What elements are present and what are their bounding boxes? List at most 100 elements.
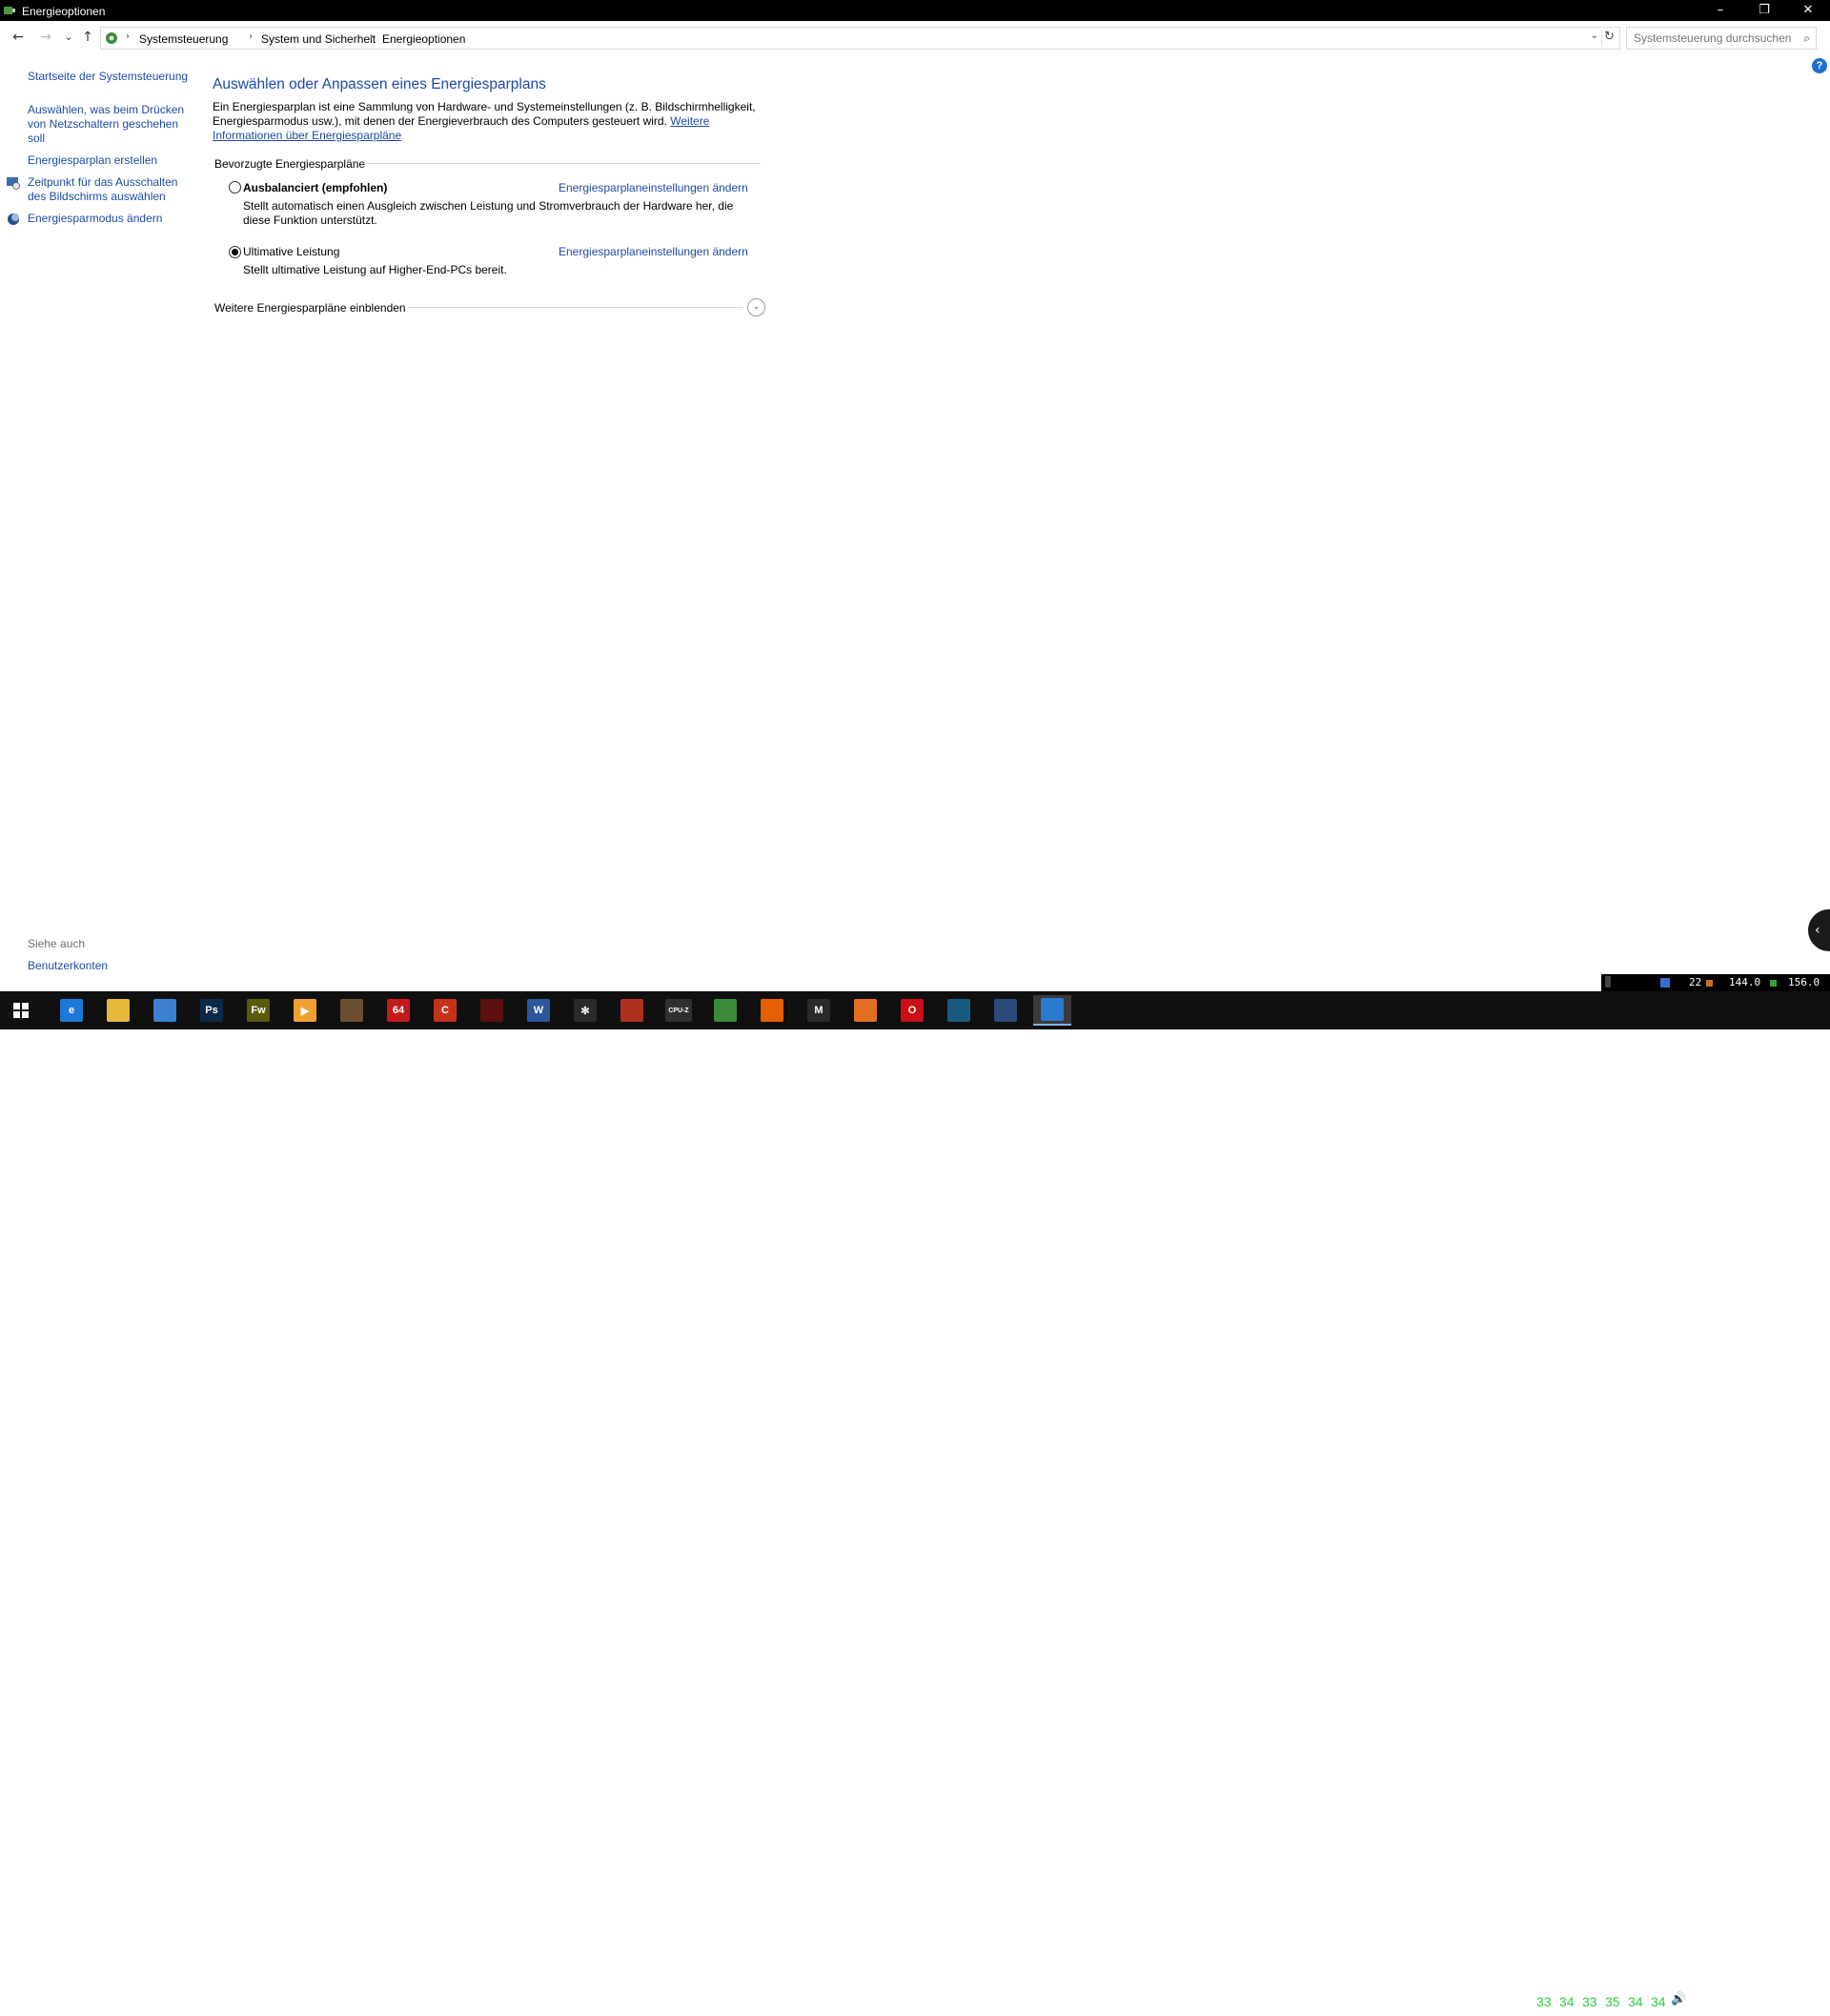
- search-box[interactable]: ⌕: [1626, 27, 1817, 50]
- close-button[interactable]: ✕: [1786, 0, 1830, 21]
- minimize-button[interactable]: –: [1698, 0, 1742, 21]
- ccleaner-icon: C: [434, 999, 457, 1022]
- plan-name-ausbalanciert[interactable]: Ausbalanciert (empfohlen): [243, 181, 387, 194]
- taskbar-app-cpu-z[interactable]: CPU-Z: [660, 995, 698, 1026]
- search-input[interactable]: [1634, 29, 1796, 48]
- help-icon[interactable]: ?: [1812, 58, 1827, 73]
- page-title: Auswählen oder Anpassen eines Energiespa…: [213, 76, 546, 92]
- tray-chevron-icon[interactable]: ^: [1514, 1992, 1523, 2006]
- taskbar-app-photoshop[interactable]: Ps: [193, 995, 231, 1026]
- show-more-plans-label[interactable]: Weitere Energiesparpläne einblenden: [214, 301, 406, 315]
- taskbar-app-ccleaner[interactable]: C: [426, 995, 464, 1026]
- taskbar-app-tool-app[interactable]: [333, 995, 371, 1026]
- plan-desc-ausbalanciert: Stellt automatisch einen Ausgleich zwisc…: [243, 199, 734, 227]
- firefox-icon: [761, 999, 783, 1022]
- snowflake-app-icon: ✻: [574, 999, 597, 1022]
- plan-settings-link-ultimative-leistung[interactable]: Energiesparplaneinstellungen ändern: [559, 245, 748, 258]
- tray-temperature: 33: [1582, 1994, 1597, 2009]
- gpu-app-icon: [714, 999, 737, 1022]
- breadcrumb-system-und-sicherheit[interactable]: System und Sicherheit: [261, 32, 376, 46]
- taskbar-app-gpu-app[interactable]: [706, 995, 744, 1026]
- section-title: Bevorzugte Energiesparpläne: [214, 157, 366, 171]
- sidebar-link-sleep[interactable]: Energiesparmodus ändern: [28, 212, 162, 226]
- breadcrumb-systemsteuerung[interactable]: Systemsteuerung: [139, 32, 228, 46]
- sidebar-link-display-off-line2: des Bildschirms auswählen: [28, 190, 166, 203]
- taskbar: e Ps Fw ▶ 64 C W ✻ CPU-Z M O ^ 33 34 33 35 34 34 🔊 🖧 20…: [0, 991, 1830, 2014]
- battery-app-icon: [620, 999, 643, 1022]
- expand-chevron-icon[interactable]: ⌄: [747, 298, 765, 316]
- sidebar-link-display-off[interactable]: Zeitpunkt für das Ausschalten des Bildsc…: [28, 175, 177, 204]
- taskbar-app-m-app[interactable]: M: [800, 995, 838, 1026]
- taskbar-app-bar-app[interactable]: [986, 995, 1025, 1026]
- network-icon[interactable]: 🖧: [1694, 1992, 1708, 2013]
- tray-temperature: 34: [1559, 1994, 1575, 2009]
- fireworks-icon: Fw: [247, 999, 270, 1022]
- clock[interactable]: 20:08 15.06.2019: [1716, 1987, 1773, 2016]
- taskbar-app-edge[interactable]: e: [52, 995, 91, 1026]
- taskbar-app-aida64[interactable]: 64: [379, 995, 417, 1026]
- edge-widget-button[interactable]: ‹: [1808, 909, 1830, 951]
- plan-name-ultimative-leistung[interactable]: Ultimative Leistung: [243, 245, 339, 258]
- forward-button[interactable]: →: [36, 28, 55, 47]
- taskbar-app-opera[interactable]: O: [893, 995, 931, 1026]
- sidebar-link-power-buttons-line3: soll: [28, 132, 46, 145]
- sidebar-link-home[interactable]: Startseite der Systemsteuerung: [28, 70, 188, 84]
- monitor-value-c: 156.0: [1788, 976, 1820, 988]
- taskbar-app-steam-app[interactable]: [940, 995, 978, 1026]
- sidebar-link-power-buttons-line1: Auswählen, was beim Drücken: [28, 103, 185, 116]
- up-button[interactable]: ↑: [78, 28, 97, 47]
- clock-date: 15.06.2019: [1718, 2003, 1771, 2014]
- monitor-disk-icon: [1660, 978, 1670, 988]
- radio-ausbalanciert[interactable]: [229, 181, 241, 193]
- plan-desc-ultimative-leistung: Stellt ultimative Leistung auf Higher-En…: [243, 263, 507, 276]
- notifications-icon[interactable]: 🗨: [1788, 1992, 1805, 2007]
- tool-app-icon: [340, 999, 363, 1022]
- address-bar[interactable]: › Systemsteuerung › System und Sicherhei…: [100, 27, 1620, 50]
- title-bar: Energieoptionen – ❐ ✕: [0, 0, 1830, 21]
- address-row: ← → ⌄ ↑ › Systemsteuerung › System und S…: [0, 24, 1830, 52]
- explorer-icon: [107, 999, 130, 1022]
- control-panel-icon: [1041, 998, 1064, 1021]
- tray-temperature: 34: [1651, 1994, 1666, 2009]
- taskbar-app-control-panel[interactable]: [1033, 995, 1071, 1026]
- taskbar-app-snowflake-app[interactable]: ✻: [566, 995, 604, 1026]
- media-player-icon: ▶: [294, 999, 316, 1022]
- sidebar-link-power-buttons[interactable]: Auswählen, was beim Drücken von Netzscha…: [28, 103, 184, 146]
- recent-locations-button[interactable]: ⌄: [59, 28, 78, 47]
- restore-button[interactable]: ❐: [1742, 0, 1786, 21]
- refresh-icon[interactable]: ↻: [1601, 30, 1616, 47]
- taskbar-app-red-app[interactable]: [473, 995, 511, 1026]
- opera-icon: O: [901, 999, 924, 1022]
- volume-icon[interactable]: 🔊: [1671, 1992, 1686, 2006]
- taskbar-app-battery-app[interactable]: [613, 995, 651, 1026]
- window-title: Energieoptionen: [22, 5, 106, 18]
- radio-ultimative-leistung[interactable]: [229, 246, 241, 258]
- taskbar-app-fireworks[interactable]: Fw: [239, 995, 277, 1026]
- m-app-icon: M: [807, 999, 830, 1022]
- taskbar-app-firefox[interactable]: [753, 995, 791, 1026]
- search-icon[interactable]: ⌕: [1803, 31, 1810, 46]
- taskbar-app-word[interactable]: W: [519, 995, 558, 1026]
- plan-settings-link-ausbalanciert[interactable]: Energiesparplaneinstellungen ändern: [559, 181, 748, 194]
- tray-temperature: 35: [1605, 1994, 1620, 2009]
- windows-logo-icon: [13, 1003, 29, 1018]
- aida64-icon: 64: [387, 999, 410, 1022]
- taskbar-app-thunderbird[interactable]: [146, 995, 184, 1026]
- breadcrumb-energieoptionen[interactable]: Energieoptionen: [382, 32, 465, 46]
- power-options-icon: [4, 7, 15, 14]
- clock-time: 20:08: [1731, 1988, 1758, 2000]
- taskbar-app-media-player[interactable]: ▶: [286, 995, 324, 1026]
- address-dropdown-icon[interactable]: ⌄: [1591, 31, 1598, 41]
- back-button[interactable]: ←: [9, 28, 28, 47]
- steam-app-icon: [947, 999, 970, 1022]
- sidebar-link-user-accounts[interactable]: Benutzerkonten: [28, 959, 108, 973]
- sidebar-link-display-off-line1: Zeitpunkt für das Ausschalten: [28, 175, 178, 189]
- sidebar-link-create-plan[interactable]: Energiesparplan erstellen: [28, 153, 157, 168]
- taskbar-app-rss-app[interactable]: [846, 995, 884, 1026]
- taskbar-app-explorer[interactable]: [99, 995, 137, 1026]
- tray-temperature: 33: [1536, 1994, 1552, 2009]
- edge-icon: e: [60, 999, 83, 1022]
- start-button[interactable]: [2, 995, 40, 1026]
- rss-app-icon: [854, 999, 877, 1022]
- moon-icon: [8, 214, 19, 225]
